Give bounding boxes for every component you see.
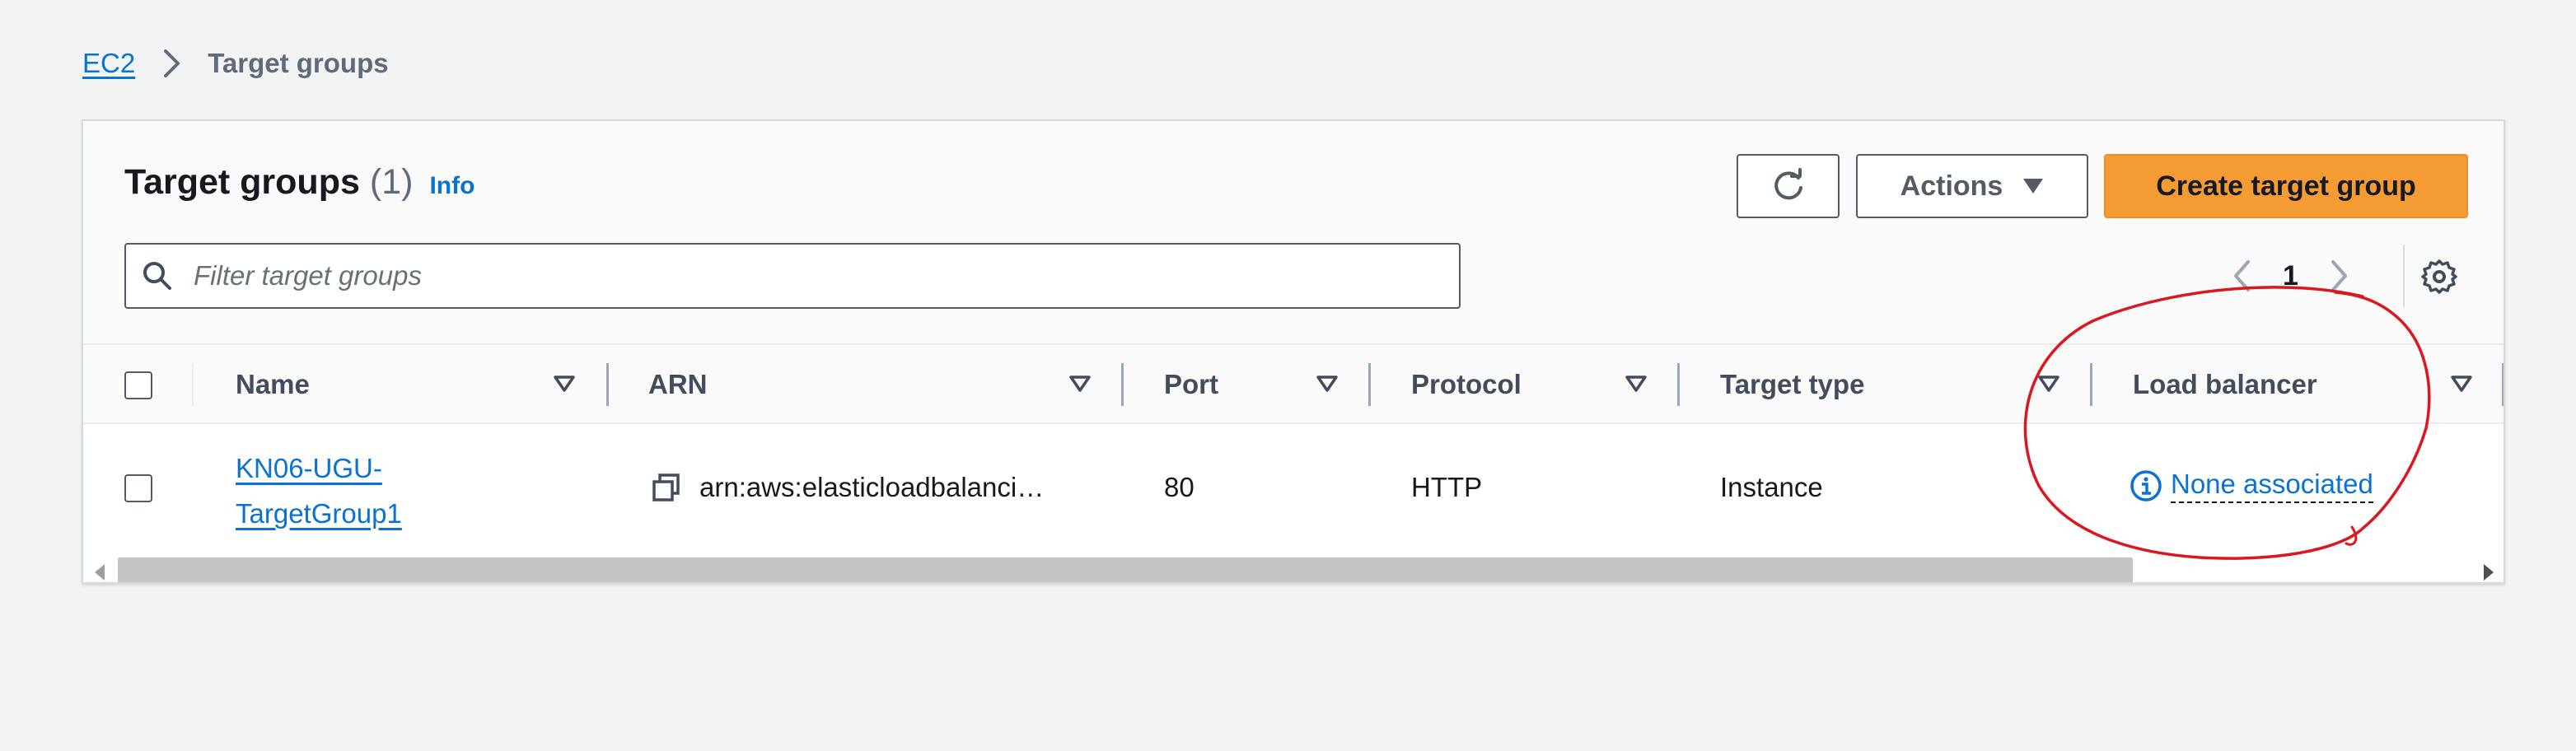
pagination: 1 (2225, 243, 2356, 309)
search-icon (141, 259, 174, 292)
port-cell: 80 (1164, 472, 1194, 502)
panel-header: Target groups (1) Info (124, 162, 475, 203)
filter-field[interactable] (124, 243, 1461, 309)
scroll-right-icon[interactable] (2480, 562, 2497, 582)
column-header-load-balancer[interactable]: Load balancer (2133, 345, 2317, 424)
current-page[interactable]: 1 (2283, 260, 2298, 292)
column-header-target-type[interactable]: Target type (1720, 345, 1864, 424)
target-type-cell: Instance (1720, 472, 1823, 502)
column-header-port[interactable]: Port (1164, 345, 1218, 424)
sort-icon[interactable] (1620, 368, 1652, 399)
horizontal-scrollbar[interactable] (83, 554, 2504, 582)
sort-icon[interactable] (549, 368, 580, 399)
breadcrumb-current: Target groups (208, 48, 389, 78)
pagination-divider (2403, 245, 2405, 307)
protocol-cell: HTTP (1411, 472, 1483, 502)
column-divider[interactable] (1121, 363, 1124, 406)
table-row: KN06-UGU- TargetGroup1 arn:aws:elasticloa… (83, 422, 2504, 554)
sort-icon[interactable] (1064, 368, 1096, 399)
column-divider[interactable] (2502, 363, 2504, 406)
arn-value: arn:aws:elasticloadbalanci… (699, 472, 1045, 502)
filter-input[interactable] (192, 259, 1459, 292)
actions-label: Actions (1900, 170, 2003, 202)
column-divider[interactable] (606, 363, 609, 406)
breadcrumb: EC2 Target groups (82, 43, 389, 84)
info-circle-icon (2130, 469, 2162, 502)
column-divider[interactable] (1368, 363, 1371, 406)
chevron-right-icon (157, 48, 188, 79)
load-balancer-popover-trigger[interactable]: None associated (2171, 469, 2373, 503)
row-checkbox[interactable] (124, 474, 152, 502)
column-divider (192, 363, 194, 406)
target-group-name-cell: KN06-UGU- TargetGroup1 (236, 445, 402, 536)
sort-icon[interactable] (2033, 368, 2064, 399)
previous-page-icon[interactable] (2225, 258, 2258, 294)
create-target-group-button[interactable]: Create target group (2104, 154, 2468, 218)
table-header: Name ARN Port Protocol Target type Load … (83, 343, 2504, 424)
sort-icon[interactable] (1311, 368, 1343, 399)
next-page-icon[interactable] (2323, 258, 2356, 294)
target-groups-panel: Target groups (1) Info Actions Create ta… (82, 119, 2505, 584)
gear-icon[interactable] (2420, 258, 2458, 296)
caret-down-icon (2022, 178, 2044, 194)
load-balancer-cell: None associated (2130, 469, 2373, 503)
scroll-left-icon[interactable] (91, 562, 108, 582)
select-all-checkbox[interactable] (124, 371, 152, 399)
page-title: Target groups (124, 162, 360, 202)
column-header-arn[interactable]: ARN (648, 345, 708, 424)
column-divider[interactable] (1677, 363, 1680, 406)
refresh-icon (1770, 168, 1807, 204)
column-divider[interactable] (2090, 363, 2092, 406)
column-header-protocol[interactable]: Protocol (1411, 345, 1522, 424)
breadcrumb-ec2-link[interactable]: EC2 (82, 48, 135, 79)
scrollbar-thumb[interactable] (118, 557, 2133, 582)
column-header-name[interactable]: Name (236, 345, 310, 424)
copy-icon[interactable] (652, 473, 681, 502)
actions-button[interactable]: Actions (1856, 154, 2088, 218)
target-group-name-link[interactable]: KN06-UGU- TargetGroup1 (236, 453, 402, 529)
sort-icon[interactable] (2446, 368, 2477, 399)
item-count: (1) (369, 162, 414, 202)
arn-cell: arn:aws:elasticloadbalanci… (652, 472, 1044, 503)
refresh-button[interactable] (1737, 154, 1840, 218)
info-link[interactable]: Info (429, 172, 475, 200)
